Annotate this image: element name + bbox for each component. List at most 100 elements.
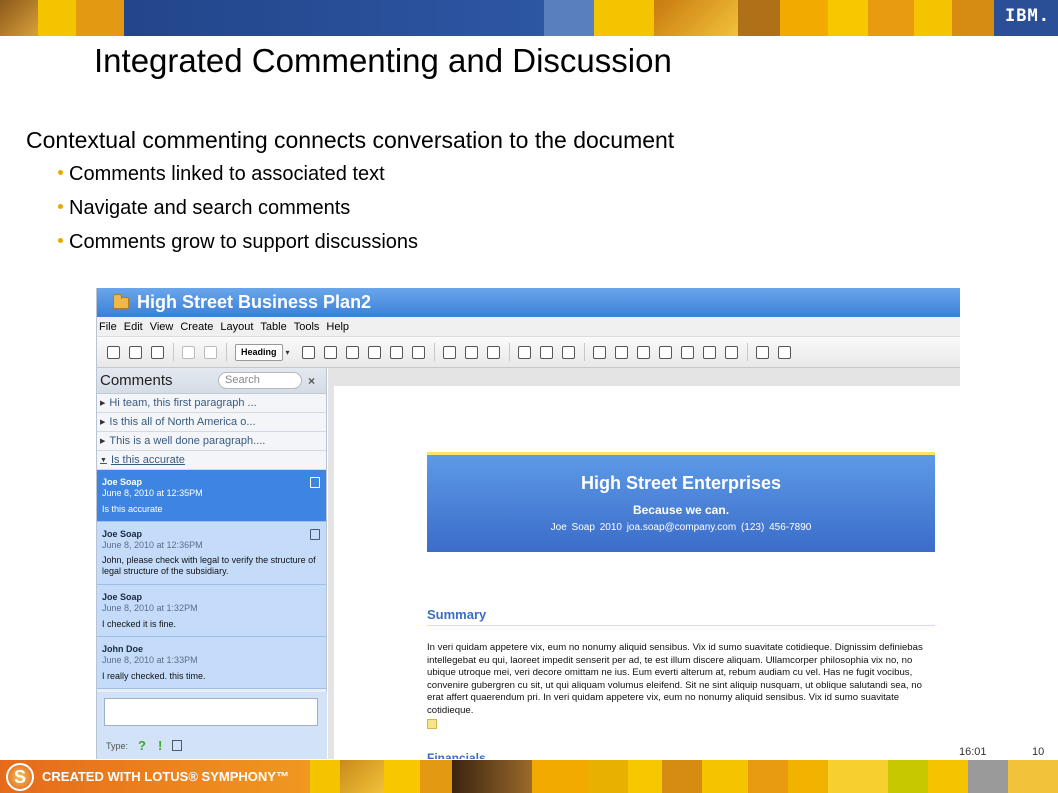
type-label: Type: (106, 740, 129, 751)
bullet-dot-icon (58, 204, 63, 210)
comment-entry[interactable]: Joe Soap June 8, 2010 at 1:32PM I checke… (97, 585, 326, 637)
menu-table[interactable]: Table (260, 321, 286, 333)
menu-layout[interactable]: Layout (220, 321, 253, 333)
ibm-logo: IBM. (1005, 6, 1050, 26)
triangle-down-icon[interactable]: ▼ (100, 457, 107, 464)
comment-entry[interactable]: Joe Soap June 8, 2010 at 12:35PM Is this… (97, 470, 326, 522)
menu-create[interactable]: Create (180, 321, 213, 333)
save-icon[interactable] (107, 345, 120, 359)
insert-column-icon[interactable] (658, 345, 672, 359)
banner-tile (420, 760, 452, 793)
merge-cells-icon[interactable] (702, 345, 716, 359)
menu-tools[interactable]: Tools (294, 321, 320, 333)
lotus-strip: S CREATED WITH LOTUS® SYMPHONY™ (0, 760, 310, 793)
footer-time: 16:01 (959, 746, 987, 758)
toolbar: Heading ▾ (97, 337, 960, 368)
indent-icon[interactable] (486, 345, 500, 359)
italic-icon[interactable] (367, 345, 381, 359)
summary-text: In veri quidam appetere vix, eum no nonu… (427, 642, 923, 716)
company-contact: Joe Soap 2010 joa.soap@company.com (123)… (550, 522, 812, 533)
comment-thread[interactable]: ▶ Is this all of North America o... (97, 413, 326, 432)
bullet-item: Comments grow to support discussions (58, 230, 418, 264)
reply-area: Type: ? ! (97, 692, 327, 759)
bulleted-list-icon[interactable] (539, 345, 553, 359)
page-layout-icon[interactable] (755, 345, 769, 359)
top-banner (0, 0, 1058, 36)
banner-tile (914, 0, 952, 36)
toolbar-separator (746, 343, 748, 361)
reply-input[interactable] (104, 698, 318, 726)
comment-date: June 8, 2010 at 12:35PM (102, 488, 203, 498)
align-icon[interactable] (464, 345, 478, 359)
banner-tile (888, 760, 928, 793)
menu-edit[interactable]: Edit (124, 321, 143, 333)
image-icon[interactable] (561, 345, 575, 359)
style-select[interactable]: Heading (235, 343, 283, 361)
triangle-right-icon[interactable]: ▶ (100, 418, 105, 426)
document-type-icon[interactable] (172, 740, 183, 751)
font-size-increase-icon[interactable] (301, 345, 315, 359)
banner-tile (452, 760, 532, 793)
comment-entry[interactable]: John Doe June 8, 2010 at 1:33PM I really… (97, 637, 326, 689)
document-page[interactable]: High Street Enterprises Because we can. … (334, 386, 960, 759)
bullet-item: Comments linked to associated text (58, 162, 418, 196)
slide-title: Integrated Commenting and Discussion (94, 42, 672, 79)
underline-icon[interactable] (389, 345, 403, 359)
delete-column-icon[interactable] (680, 345, 694, 359)
banner-tile (928, 760, 968, 793)
comment-icon[interactable] (777, 345, 791, 359)
print-icon[interactable] (129, 345, 142, 359)
comment-thread[interactable]: ▶ This is a well done paragraph.... (97, 432, 326, 451)
undo-icon[interactable] (182, 345, 195, 359)
comment-date: June 8, 2010 at 12:36PM (102, 540, 203, 550)
menu-bar: File Edit View Create Layout Table Tools… (97, 317, 960, 337)
question-type-icon[interactable]: ? (138, 738, 146, 753)
numbered-list-icon[interactable] (517, 345, 531, 359)
company-name: High Street Enterprises (580, 473, 782, 493)
app-title: High Street Business Plan2 (137, 292, 372, 312)
comment-author: Joe Soap (102, 477, 143, 487)
banner-tile (738, 0, 780, 36)
comment-date: June 8, 2010 at 1:32PM (102, 603, 198, 613)
delete-row-icon[interactable] (636, 345, 650, 359)
comment-entry[interactable]: Joe Soap June 8, 2010 at 12:36PM John, p… (97, 522, 326, 585)
menu-file[interactable]: File (99, 321, 117, 333)
banner-tile (748, 760, 788, 793)
banner-tile (124, 0, 544, 36)
comment-type-row: Type: ? ! (106, 738, 183, 753)
comment-thread[interactable]: ▶ Hi team, this first paragraph ... (97, 394, 326, 413)
comment-thread-open[interactable]: ▼ Is this accurate (97, 451, 326, 470)
triangle-right-icon[interactable]: ▶ (100, 437, 105, 445)
thread-title: This is a well done paragraph.... (109, 435, 266, 447)
comment-text: I really checked. this time. (102, 671, 206, 681)
print-preview-icon[interactable] (151, 345, 164, 359)
banner-tile (0, 0, 38, 36)
banner-tile (828, 760, 888, 793)
triangle-right-icon[interactable]: ▶ (100, 399, 105, 407)
folder-icon (113, 293, 129, 309)
bottom-banner: S CREATED WITH LOTUS® SYMPHONY™ (0, 760, 1058, 793)
redo-icon[interactable] (204, 345, 217, 359)
split-cells-icon[interactable] (724, 345, 738, 359)
important-type-icon[interactable]: ! (158, 738, 162, 753)
font-size-decrease-icon[interactable] (323, 345, 337, 359)
banner-tile (662, 760, 702, 793)
comment-marker-icon[interactable] (427, 719, 437, 729)
insert-row-icon[interactable] (614, 345, 628, 359)
close-icon[interactable]: × (308, 374, 315, 388)
document-canvas: High Street Enterprises Because we can. … (328, 368, 960, 759)
comments-search-input[interactable]: Search (218, 372, 302, 389)
company-tagline: Because we can. (632, 503, 730, 517)
strikethrough-icon[interactable] (411, 345, 425, 359)
chevron-down-icon[interactable]: ▾ (286, 348, 290, 357)
menu-help[interactable]: Help (326, 321, 349, 333)
banner-tile (828, 0, 868, 36)
trash-icon[interactable] (310, 477, 320, 488)
menu-view[interactable]: View (150, 321, 174, 333)
reply-icon[interactable] (310, 529, 320, 540)
bold-icon[interactable] (345, 345, 359, 359)
toolbar-separator (433, 343, 435, 361)
comments-title: Comments (100, 372, 173, 389)
highlight-icon[interactable] (442, 345, 456, 359)
table-icon[interactable] (592, 345, 606, 359)
